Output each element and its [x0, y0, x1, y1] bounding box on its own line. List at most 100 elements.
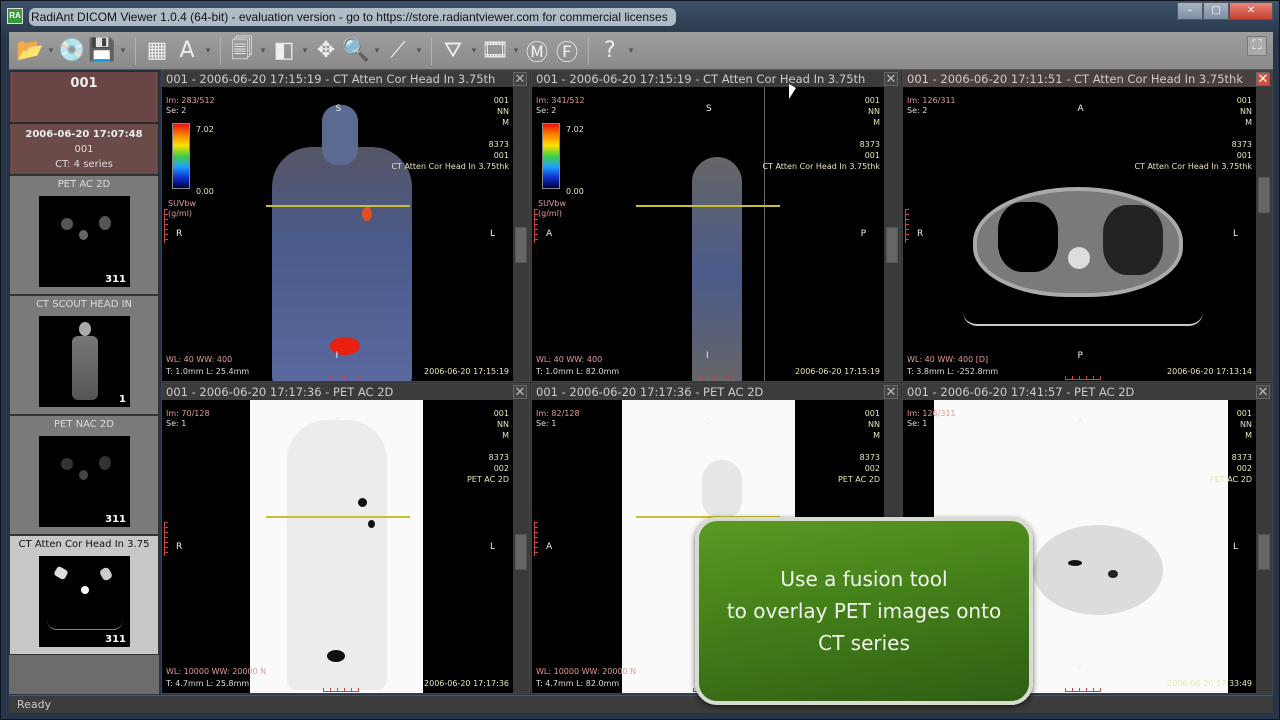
patient-info-line: NN: [868, 107, 880, 116]
series-item[interactable]: CT SCOUT HEAD IN 1: [9, 295, 159, 415]
series-number: Se: 2: [907, 106, 928, 115]
slice-thickness: T: 4.7mm L: 82.0mm: [536, 679, 620, 688]
series-item[interactable]: PET NAC 2D 311: [9, 415, 159, 535]
image-canvas[interactable]: Im: 126/311 Se: 2 001 NN M 8373 001 CT Atten Co…: [903, 87, 1256, 381]
orientation-right: L: [1232, 229, 1238, 239]
mpr-icon[interactable]: Ⓜ: [522, 36, 552, 66]
close-viewport-icon[interactable]: ✕: [1256, 72, 1270, 86]
viewport-title[interactable]: 001 - 2006-06-20 17:15:19 - CT Atten Cor…: [532, 71, 900, 87]
close-viewport-icon[interactable]: ✕: [513, 72, 527, 86]
reference-line[interactable]: [636, 205, 780, 207]
scrollbar-thumb[interactable]: [886, 227, 898, 263]
measure-line-icon[interactable]: ⟋: [383, 36, 413, 66]
3d-mpr-icon[interactable]: ⛛: [438, 36, 468, 66]
measure-line-dropdown-icon[interactable]: ▾: [413, 46, 425, 56]
viewport-scrollbar[interactable]: [1256, 87, 1272, 381]
window-level-icon[interactable]: ◧: [269, 36, 299, 66]
tutorial-callout: Use a fusion tool to overlay PET images …: [695, 517, 1033, 705]
series-info-line: 001: [864, 151, 880, 160]
image-canvas[interactable]: Im: 341/512 Se: 2 001 NN M 8373 001 CT Atten Co…: [532, 87, 884, 381]
viewport-title[interactable]: 001 - 2006-06-20 17:41:57 - PET AC 2D ✕: [903, 384, 1272, 400]
series-info: 8373 001 CT Atten Cor Head In 3.75thk: [1134, 139, 1252, 172]
viewport-title[interactable]: 001 - 2006-06-20 17:17:36 - PET AC 2D ✕: [162, 384, 529, 400]
title-bar[interactable]: RA RadiAnt DICOM Viewer 1.0.4 (64-bit) -…: [1, 1, 1279, 31]
zoom-icon[interactable]: 🔍: [341, 36, 371, 66]
image-canvas[interactable]: Im: 283/512 Se: 2 001 NN M 8373 001 CT Atten Co…: [162, 87, 513, 381]
cd-dvd-icon[interactable]: 💿: [57, 36, 87, 66]
patient-info-line: M: [502, 431, 509, 440]
save-icon[interactable]: 💾: [87, 36, 117, 66]
series-label: CT Atten Cor Head In 3.75: [18, 539, 150, 550]
image-count: 1: [119, 394, 126, 405]
image-canvas[interactable]: Im: 70/128 Se: 1 001 NN M 8373 002 PET AC 2D S R L…: [162, 400, 513, 693]
scrollbar-thumb[interactable]: [515, 534, 527, 570]
series-info-line: PET AC 2D: [1209, 475, 1252, 484]
reference-line[interactable]: [266, 516, 410, 518]
patient-info-line: M: [873, 118, 880, 127]
patient-info-line: M: [1245, 431, 1252, 440]
viewport-title[interactable]: 001 - 2006-06-20 17:15:19 - CT Atten Cor…: [162, 71, 529, 87]
close-viewport-icon[interactable]: ✕: [1256, 385, 1270, 399]
cine-dropdown-icon[interactable]: ▾: [510, 46, 522, 56]
viewport-scrollbar[interactable]: [513, 87, 529, 381]
help-dropdown-icon[interactable]: ▾: [625, 46, 637, 56]
scroll-series-dropdown-icon[interactable]: ▾: [257, 46, 269, 56]
scrollbar-thumb[interactable]: [1258, 534, 1270, 570]
viewport-1[interactable]: 001 - 2006-06-20 17:15:19 - CT Atten Cor…: [161, 70, 530, 382]
viewport-scrollbar[interactable]: [513, 400, 529, 693]
pan-icon[interactable]: ✥: [311, 36, 341, 66]
open-folder-dropdown-icon[interactable]: ▾: [45, 46, 57, 56]
help-icon[interactable]: ?: [595, 36, 625, 66]
viewport-title[interactable]: 001 - 2006-06-20 17:17:36 - PET AC 2D ✕: [532, 384, 900, 400]
scroll-series-icon[interactable]: 🗐: [227, 36, 257, 66]
orientation-bottom: P: [1077, 663, 1083, 673]
close-button[interactable]: ✕: [1229, 2, 1273, 20]
fullscreen-icon[interactable]: ⛶: [1247, 36, 1267, 56]
close-viewport-icon[interactable]: ✕: [884, 72, 898, 86]
scale-ruler-horizontal: [322, 376, 359, 380]
fusion-icon[interactable]: Ⓕ: [552, 36, 582, 66]
maximize-button[interactable]: □: [1203, 2, 1229, 20]
patient-id[interactable]: 001: [9, 71, 159, 123]
close-viewport-icon[interactable]: ✕: [884, 385, 898, 399]
close-viewport-icon[interactable]: ✕: [513, 385, 527, 399]
scrollbar-thumb[interactable]: [515, 227, 527, 263]
viewport-scrollbar[interactable]: [884, 87, 900, 381]
study-id: 001: [74, 144, 94, 155]
scrollbar-thumb[interactable]: [1258, 177, 1270, 213]
viewport-title-text: 001 - 2006-06-20 17:15:19 - CT Atten Cor…: [166, 72, 496, 86]
app-window: RA RadiAnt DICOM Viewer 1.0.4 (64-bit) -…: [0, 0, 1280, 720]
series-item[interactable]: CT Atten Cor Head In 3.75 311: [9, 535, 159, 655]
window-level-dropdown-icon[interactable]: ▾: [299, 46, 311, 56]
cine-icon[interactable]: 🎞: [480, 36, 510, 66]
series-number: Se: 2: [536, 106, 557, 115]
toolbar-separator: [588, 36, 589, 65]
series-thumbnail[interactable]: 311: [39, 436, 130, 527]
series-thumbnail[interactable]: 1: [39, 316, 130, 407]
zoom-dropdown-icon[interactable]: ▾: [371, 46, 383, 56]
reference-line[interactable]: [266, 205, 410, 207]
study-info[interactable]: 2006-06-20 17:07:48 001 CT: 4 series: [9, 123, 159, 175]
orientation-left: R: [917, 229, 924, 239]
slice-thickness: T: 3.8mm L: -252.8mm: [907, 367, 999, 376]
3d-mpr-dropdown-icon[interactable]: ▾: [468, 46, 480, 56]
viewport-4[interactable]: 001 - 2006-06-20 17:17:36 - PET AC 2D ✕ Im…: [161, 383, 530, 694]
viewport-title[interactable]: 001 - 2006-06-20 17:11:51 - CT Atten Cor…: [903, 71, 1272, 87]
open-folder-icon[interactable]: 📂: [15, 36, 45, 66]
image-count: 311: [105, 274, 126, 285]
annotations-text-dropdown-icon[interactable]: ▾: [202, 46, 214, 56]
series-number: Se: 1: [166, 419, 187, 428]
series-thumbnail[interactable]: 311: [39, 556, 130, 647]
series-info-line: 8373: [859, 140, 880, 149]
series-info: 8373 002 PET AC 2D: [467, 452, 509, 485]
patient-info-line: 001: [493, 409, 509, 418]
annotations-text-icon[interactable]: A: [172, 36, 202, 66]
viewport-2[interactable]: 001 - 2006-06-20 17:15:19 - CT Atten Cor…: [531, 70, 901, 382]
layout-grid-icon[interactable]: ▦: [142, 36, 172, 66]
viewport-scrollbar[interactable]: [1256, 400, 1272, 693]
viewport-3[interactable]: 001 - 2006-06-20 17:11:51 - CT Atten Cor…: [902, 70, 1273, 382]
minimize-button[interactable]: –: [1177, 2, 1203, 20]
series-item[interactable]: PET AC 2D 311: [9, 175, 159, 295]
save-dropdown-icon[interactable]: ▾: [117, 46, 129, 56]
series-thumbnail[interactable]: 311: [39, 196, 130, 287]
